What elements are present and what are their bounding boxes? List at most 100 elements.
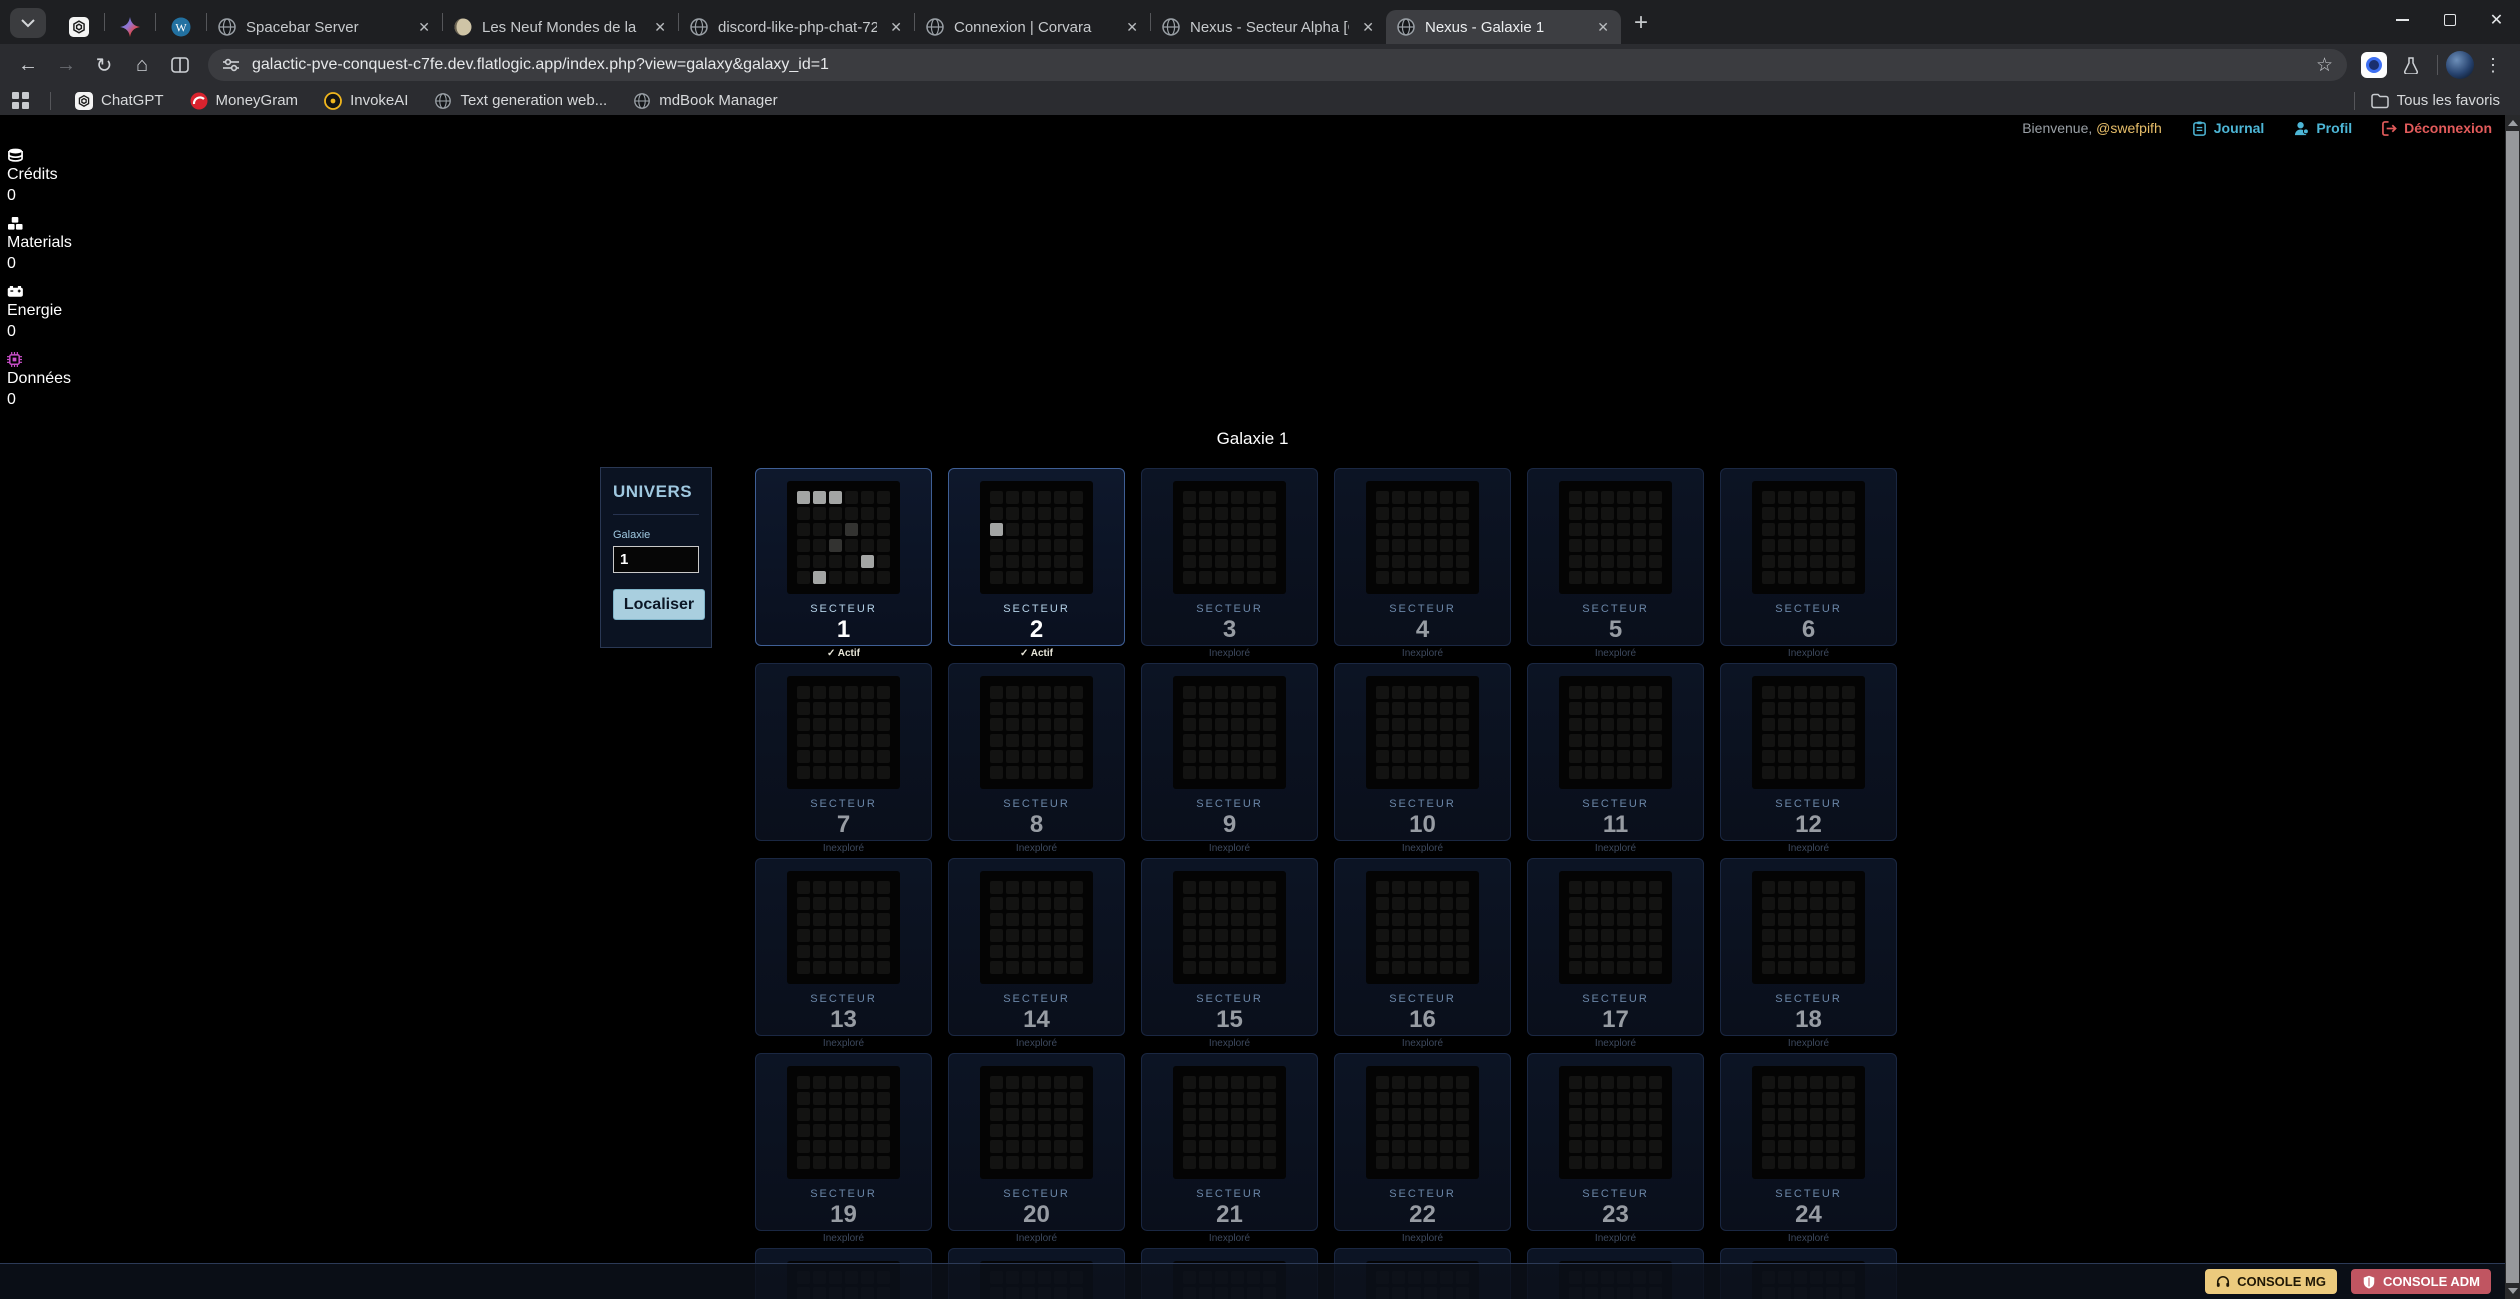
bookmark-star-icon[interactable]: ☆ <box>2316 54 2333 77</box>
tab-close-button[interactable]: ✕ <box>886 17 906 38</box>
tab-close-button[interactable]: ✕ <box>1593 17 1613 38</box>
sector-card-3[interactable]: SECTEUR3Inexploré <box>1141 468 1318 646</box>
sector-card-5[interactable]: SECTEUR5Inexploré <box>1527 468 1704 646</box>
back-button[interactable]: ← <box>10 47 46 83</box>
reload-button[interactable]: ↻ <box>86 47 122 83</box>
sector-card-15[interactable]: SECTEUR15Inexploré <box>1141 858 1318 1036</box>
sector-card-9[interactable]: SECTEUR9Inexploré <box>1141 663 1318 841</box>
bookmark-item[interactable]: Text generation web... <box>426 89 615 113</box>
all-bookmarks-button[interactable]: Tous les favoris <box>2363 89 2508 113</box>
browser-tab[interactable]: Spacebar Server✕ <box>207 10 442 44</box>
journal-link[interactable]: Journal <box>2192 120 2265 136</box>
grid-cell <box>1424 913 1437 926</box>
sector-card-24[interactable]: SECTEUR24Inexploré <box>1720 1053 1897 1231</box>
grid-cell <box>1183 766 1196 779</box>
sector-card-18[interactable]: SECTEUR18Inexploré <box>1720 858 1897 1036</box>
sector-card-19[interactable]: SECTEUR19Inexploré <box>755 1053 932 1231</box>
tab-close-button[interactable]: ✕ <box>1358 17 1378 38</box>
browser-tab[interactable]: Nexus - Secteur Alpha [G1]✕ <box>1151 10 1386 44</box>
maximize-button[interactable] <box>2426 0 2473 40</box>
sector-word: SECTEUR <box>1142 603 1317 615</box>
grid-cell <box>1022 1076 1035 1089</box>
grid-cell <box>1038 555 1051 568</box>
close-window-button[interactable]: ✕ <box>2473 0 2520 40</box>
scroll-down-button[interactable] <box>2505 1283 2520 1299</box>
grid-cell <box>1263 1108 1276 1121</box>
grid-cell <box>861 881 874 894</box>
grid-cell <box>1601 1140 1614 1153</box>
sector-card-13[interactable]: SECTEUR13Inexploré <box>755 858 932 1036</box>
bookmark-item[interactable]: mdBook Manager <box>625 89 785 113</box>
sector-card-11[interactable]: SECTEUR11Inexploré <box>1527 663 1704 841</box>
pinned-tab-gemini[interactable] <box>105 10 155 44</box>
sector-card-10[interactable]: SECTEUR10Inexploré <box>1334 663 1511 841</box>
sector-card-22[interactable]: SECTEUR22Inexploré <box>1334 1053 1511 1231</box>
sector-card-1[interactable]: SECTEUR1✓ Actif <box>755 468 932 646</box>
scrollbar-thumb[interactable] <box>2506 131 2519 1283</box>
grid-cell <box>1794 734 1807 747</box>
pinned-tab-chatgpt[interactable] <box>54 10 104 44</box>
bookmark-item[interactable]: InvokeAI <box>316 89 416 113</box>
sector-card-21[interactable]: SECTEUR21Inexploré <box>1141 1053 1318 1231</box>
pinned-tab-wordpress[interactable]: W <box>156 10 206 44</box>
sector-card-20[interactable]: SECTEUR20Inexploré <box>948 1053 1125 1231</box>
sector-card-12[interactable]: SECTEUR12Inexploré <box>1720 663 1897 841</box>
sector-card-8[interactable]: SECTEUR8Inexploré <box>948 663 1125 841</box>
localiser-button[interactable]: Localiser <box>613 589 705 620</box>
new-tab-button[interactable]: + <box>1625 7 1657 39</box>
sector-card-2[interactable]: SECTEUR2✓ Actif <box>948 468 1125 646</box>
grid-cell <box>1054 1108 1067 1121</box>
grid-cell <box>1038 1076 1051 1089</box>
sector-card-23[interactable]: SECTEUR23Inexploré <box>1527 1053 1704 1231</box>
profil-link[interactable]: Profil <box>2294 120 2352 136</box>
tab-close-button[interactable]: ✕ <box>1122 17 1142 38</box>
grid-cell <box>1231 734 1244 747</box>
grid-cell <box>829 507 842 520</box>
browser-menu-button[interactable]: ⋮ <box>2476 55 2510 76</box>
address-bar[interactable]: galactic-pve-conquest-c7fe.dev.flatlogic… <box>208 49 2347 81</box>
side-panel-button[interactable] <box>162 47 198 83</box>
tab-search-button[interactable] <box>10 8 46 38</box>
extension-icon[interactable] <box>2361 52 2387 78</box>
sector-card-17[interactable]: SECTEUR17Inexploré <box>1527 858 1704 1036</box>
profile-avatar[interactable] <box>2446 51 2474 79</box>
browser-tab[interactable]: Nexus - Galaxie 1✕ <box>1386 10 1621 44</box>
grid-cell <box>1231 1140 1244 1153</box>
grid-cell <box>1376 571 1389 584</box>
galaxie-input[interactable] <box>613 546 699 573</box>
sector-word: SECTEUR <box>949 1188 1124 1200</box>
forward-button[interactable]: → <box>48 47 84 83</box>
sector-card-16[interactable]: SECTEUR16Inexploré <box>1334 858 1511 1036</box>
grid-cell <box>1617 1092 1630 1105</box>
grid-cell <box>1247 913 1260 926</box>
page-scrollbar[interactable] <box>2505 115 2520 1299</box>
grid-cell <box>1826 913 1839 926</box>
grid-cell <box>845 897 858 910</box>
browser-tab[interactable]: discord-like-php-chat-7262.dev✕ <box>679 10 914 44</box>
console-mg-button[interactable]: CONSOLE MG <box>2205 1269 2337 1294</box>
extensions-menu-button[interactable] <box>2393 47 2429 83</box>
grid-cell <box>1199 750 1212 763</box>
browser-tab[interactable]: Les Neuf Mondes de la Mytholo✕ <box>443 10 678 44</box>
tab-close-button[interactable]: ✕ <box>414 17 434 38</box>
home-button[interactable]: ⌂ <box>124 47 160 83</box>
scroll-up-button[interactable] <box>2505 115 2520 131</box>
logout-link[interactable]: Déconnexion <box>2382 120 2492 136</box>
grid-cell <box>813 1092 826 1105</box>
console-adm-button[interactable]: CONSOLE ADM <box>2351 1269 2491 1294</box>
browser-tab[interactable]: Connexion | Corvara✕ <box>915 10 1150 44</box>
grid-cell <box>1183 961 1196 974</box>
sector-card-14[interactable]: SECTEUR14Inexploré <box>948 858 1125 1036</box>
grid-cell <box>1199 766 1212 779</box>
tab-close-button[interactable]: ✕ <box>650 17 670 38</box>
sector-card-4[interactable]: SECTEUR4Inexploré <box>1334 468 1511 646</box>
bookmark-label: InvokeAI <box>350 92 408 109</box>
bookmark-item[interactable]: ChatGPT <box>67 89 172 113</box>
grid-cell <box>877 897 890 910</box>
minimize-button[interactable] <box>2379 0 2426 40</box>
sector-card-7[interactable]: SECTEUR7Inexploré <box>755 663 932 841</box>
chip-icon <box>7 351 72 368</box>
sector-card-6[interactable]: SECTEUR6Inexploré <box>1720 468 1897 646</box>
apps-grid-icon[interactable] <box>12 92 30 110</box>
bookmark-item[interactable]: MoneyGram <box>182 89 307 113</box>
